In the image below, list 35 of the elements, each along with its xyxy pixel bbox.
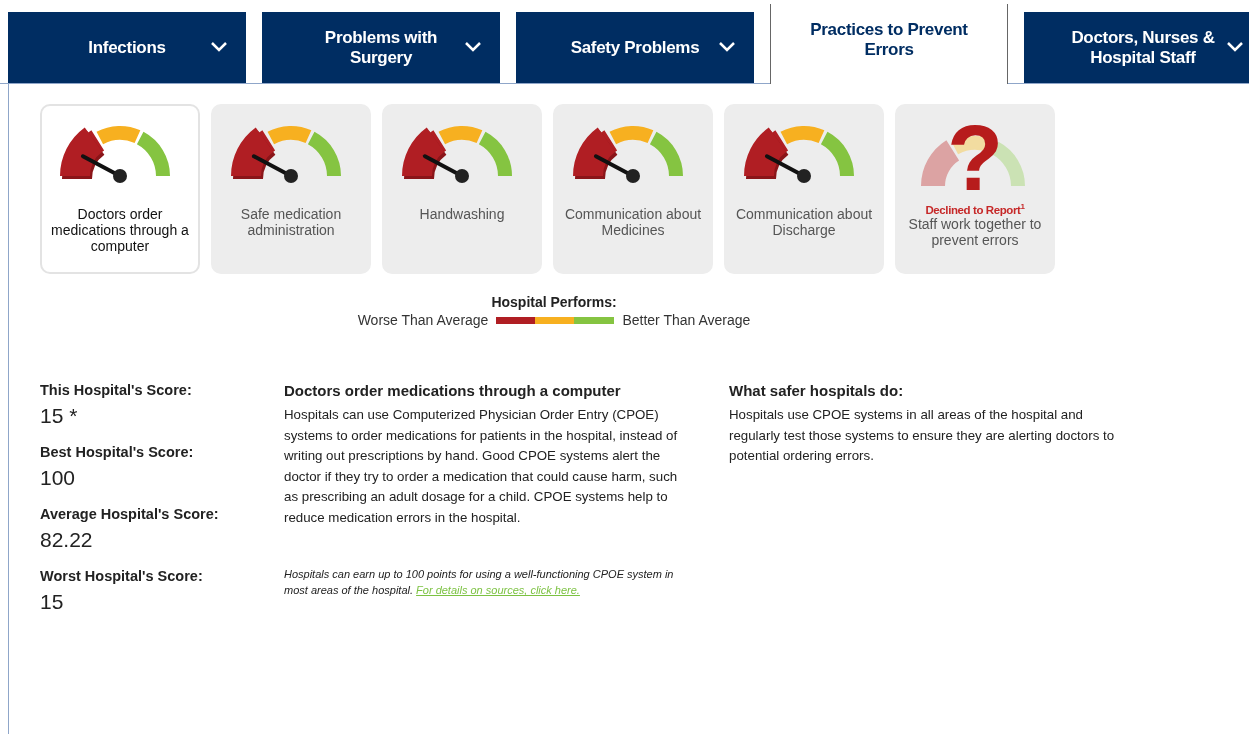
measure-label: Communication about Medicines [563, 206, 703, 238]
score-label: Worst Hospital's Score: [40, 568, 204, 584]
nav-tab[interactable]: Practices to Prevent Errors [770, 4, 1008, 84]
measure-label: Communication about Discharge [734, 206, 874, 238]
score-value: 82.22 [40, 528, 94, 552]
legend-label: Better Than Average [622, 312, 751, 328]
measure-label: Staff work together to prevent errors [907, 215, 1043, 248]
measure-card[interactable]: Handwashing [382, 104, 542, 274]
legend-label: Worse Than Average [357, 312, 489, 328]
measure-card[interactable]: Communication about Medicines [553, 104, 713, 274]
nav-tab[interactable]: Doctors, Nurses & Hospital Staff [1024, 12, 1249, 83]
measure-card[interactable]: Doctors order medications through a computer [40, 104, 200, 274]
description-title: Doctors order medications through a computer [284, 382, 622, 399]
nav-tab[interactable]: Infections [8, 12, 246, 83]
safer-title: What safer hospitals do: [729, 382, 905, 399]
declined-status: Declined to Report$^{1}$ [925, 202, 1025, 216]
measure-label: Handwashing [418, 206, 506, 222]
footnote-text: Hospitals can earn up to 100 points for using a well-functioning CPOE system in most areas of the hospital. For details on sources, click here. [284, 567, 675, 598]
score-value: 100 [40, 466, 77, 490]
score-label: Best Hospital's Score: [40, 444, 195, 460]
measure-label: Safe medication administration [239, 206, 343, 238]
measure-card[interactable]: Safe medication administration [211, 104, 371, 274]
nav-tab[interactable]: Safety Problems [516, 12, 754, 83]
safer-text: Hospitals use CPOE systems in all areas of the hospital and regularly test those systems to ensure they are alerting doctors to potential ordering errors. [729, 406, 1116, 465]
score-value: 15 [40, 590, 65, 614]
question-mark: ? [946, 112, 1004, 204]
nav-tab[interactable]: Problems with Surgery [262, 12, 500, 83]
measure-card[interactable]: Communication about Discharge [724, 104, 884, 274]
score-label: Average Hospital's Score: [40, 506, 220, 522]
legend-title: Hospital Performs: [491, 294, 617, 310]
description-text: Hospitals can use Computerized Physician Order Entry (CPOE) systems to order medications for patients in the hospital, instead of writing out prescriptions by hand. Good CPOE systems alert the doctor if they try to order a medication that could cause harm, such as prescribing an adult dosage for a child. CPOE systems help to reduce medication errors in the hospital. [284, 406, 679, 527]
measure-card[interactable]: ? Declined to Report$^{1}$ Staff work together to prevent errors [895, 104, 1055, 274]
score-value: 15 * [40, 404, 79, 428]
score-label: This Hospital's Score: [40, 382, 193, 398]
measure-label: Doctors order medications through a computer [50, 206, 190, 254]
